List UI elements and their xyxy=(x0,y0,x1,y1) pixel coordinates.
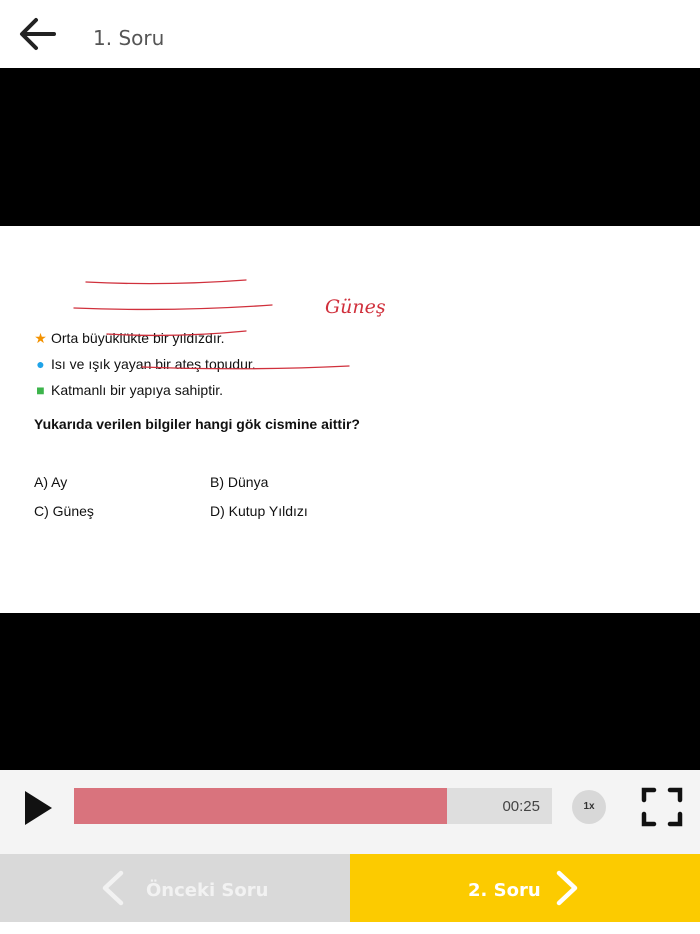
play-icon xyxy=(25,791,52,825)
fact-2: ● Isı ve ışık yayan bir ateş topudur. xyxy=(34,356,255,372)
top-bar: 1. Soru xyxy=(0,0,700,68)
previous-question-button[interactable]: Önceki Soru xyxy=(0,854,350,922)
option-d: D) Kutup Yıldızı xyxy=(210,503,308,519)
time-display: 00:25 xyxy=(502,798,540,815)
next-question-button[interactable]: 2. Soru xyxy=(350,854,700,922)
previous-question-label: Önceki Soru xyxy=(146,880,269,901)
back-button[interactable] xyxy=(16,14,60,54)
option-a: A) Ay xyxy=(34,474,68,490)
fact-3: ■ Katmanlı bir yapıya sahiptir. xyxy=(34,382,223,398)
option-b: B) Dünya xyxy=(210,474,269,490)
question-navigation: Önceki Soru 2. Soru xyxy=(0,854,700,922)
square-icon: ■ xyxy=(36,382,45,398)
fullscreen-icon xyxy=(641,787,683,827)
fact-1: ★ Orta büyüklükte bir yıldızdır. xyxy=(34,330,225,346)
option-c: C) Güneş xyxy=(34,503,94,519)
progress-fill xyxy=(74,788,447,824)
chevron-left-icon xyxy=(102,870,124,906)
video-player[interactable]: ★ Orta büyüklükte bir yıldızdır. ● Isı ve … xyxy=(0,68,700,770)
question-text: Yukarıda verilen bilgiler hangi gök cism… xyxy=(34,416,360,432)
arrow-left-icon xyxy=(20,18,56,50)
fullscreen-button[interactable] xyxy=(640,786,684,828)
circle-icon: ● xyxy=(36,356,45,372)
question-slide: ★ Orta büyüklükte bir yıldızdır. ● Isı ve … xyxy=(0,226,700,613)
star-icon: ★ xyxy=(34,330,47,346)
speed-button[interactable]: 1x xyxy=(572,790,606,824)
player-controls: 00:25 1x xyxy=(0,770,700,854)
next-question-label: 2. Soru xyxy=(468,880,541,901)
chevron-right-icon xyxy=(556,870,578,906)
page-title: 1. Soru xyxy=(93,26,165,50)
progress-bar[interactable]: 00:25 xyxy=(74,788,552,824)
play-button[interactable] xyxy=(20,788,56,828)
